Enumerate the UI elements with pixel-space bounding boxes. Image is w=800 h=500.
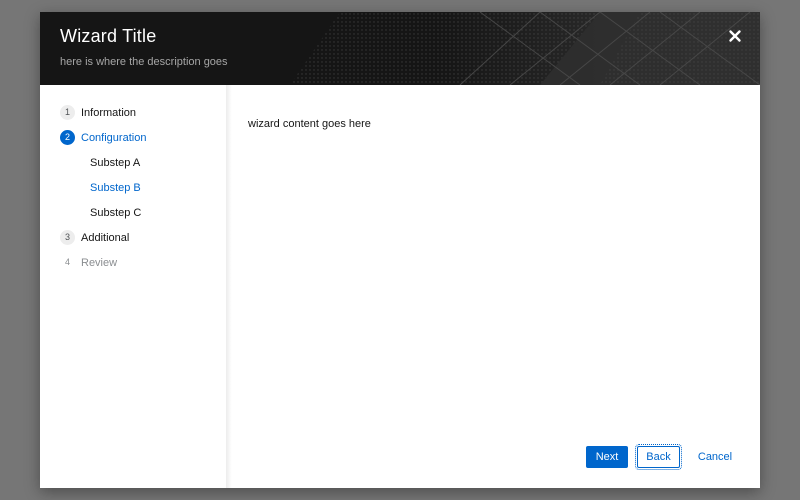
nav-substep-b[interactable]: Substep B: [40, 175, 226, 200]
wizard-description: here is where the description goes: [60, 56, 228, 68]
nav-substep-c[interactable]: Substep C: [40, 200, 226, 225]
close-button[interactable]: [726, 27, 744, 45]
wizard-main: wizard content goes here Next Back Cance…: [232, 85, 760, 488]
close-icon: [729, 30, 741, 42]
nav-step-additional[interactable]: 3 Additional: [40, 225, 226, 250]
nav-step-configuration[interactable]: 2 Configuration: [40, 125, 226, 150]
substep-label: Substep C: [90, 206, 142, 219]
step-number: 2: [60, 130, 75, 145]
step-number: 1: [60, 105, 75, 120]
substep-label: Substep A: [90, 156, 141, 169]
nav-step-information[interactable]: 1 Information: [40, 100, 226, 125]
step-label: Configuration: [81, 131, 147, 144]
wizard-content-text: wizard content goes here: [248, 118, 371, 130]
step-number: 3: [60, 230, 75, 245]
step-label: Information: [81, 106, 137, 119]
wizard-nav-list: 1 Information 2 Configuration Substep A …: [40, 100, 226, 275]
back-button[interactable]: Back: [635, 444, 682, 470]
wizard-body: 1 Information 2 Configuration Substep A …: [40, 85, 760, 488]
nav-step-review: 4 Review: [40, 250, 226, 275]
step-label: Additional: [81, 231, 130, 244]
next-button[interactable]: Next: [586, 446, 628, 468]
step-number: 4: [60, 255, 75, 270]
wizard-modal: Wizard Title here is where the descripti…: [40, 12, 760, 488]
nav-substep-a[interactable]: Substep A: [40, 150, 226, 175]
wizard-header: Wizard Title here is where the descripti…: [40, 12, 760, 85]
step-label: Review: [81, 256, 118, 269]
cancel-button[interactable]: Cancel: [694, 446, 736, 468]
substep-label: Substep B: [90, 181, 141, 194]
header-background-image: [40, 12, 760, 85]
wizard-title: Wizard Title: [60, 26, 157, 46]
wizard-nav: 1 Information 2 Configuration Substep A …: [40, 85, 226, 488]
wizard-footer: Next Back Cancel: [232, 444, 760, 470]
